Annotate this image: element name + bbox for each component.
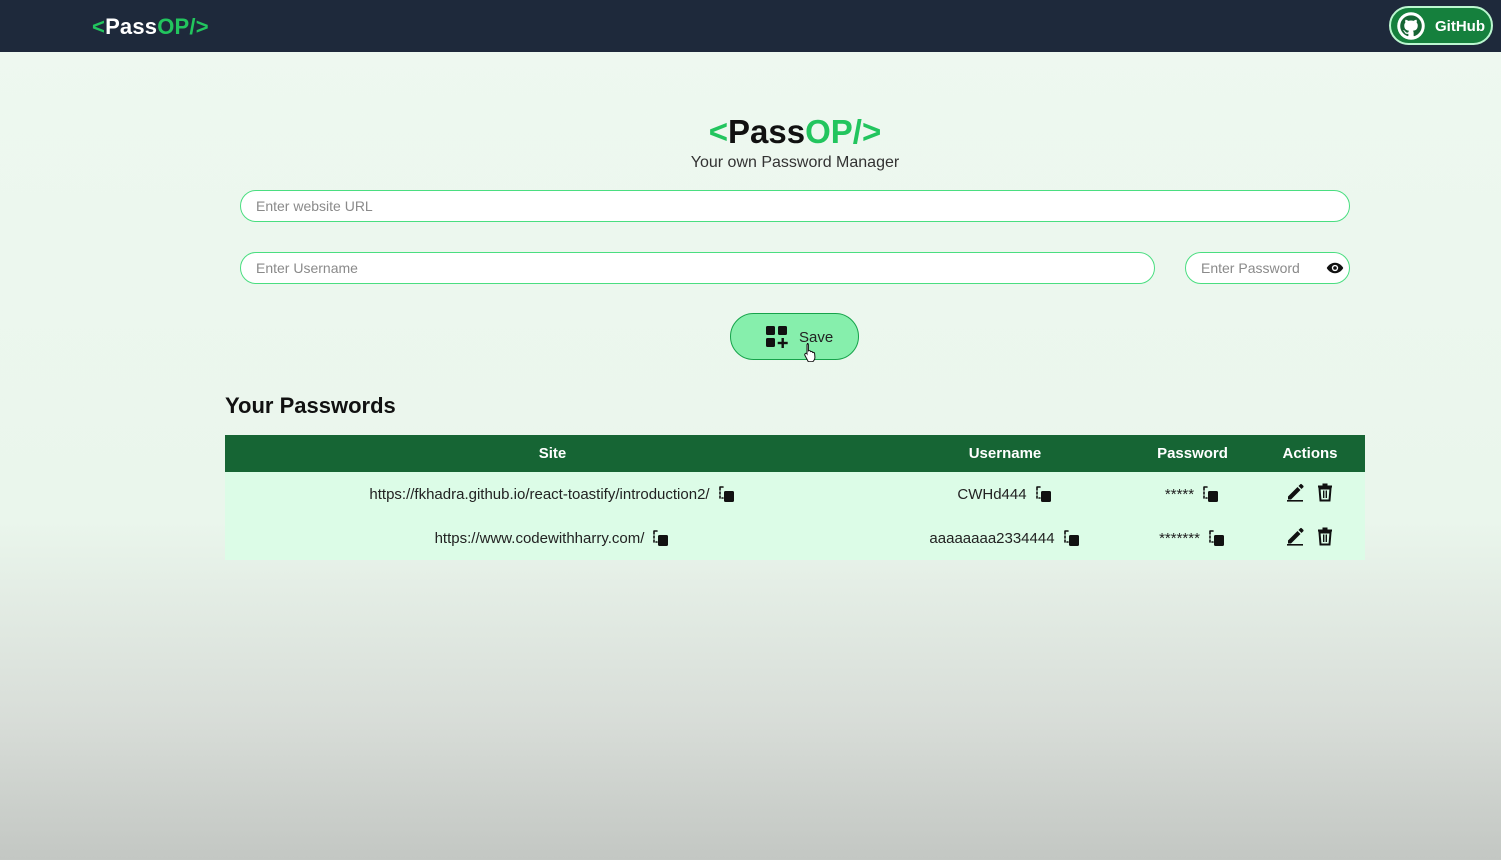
site-cell: https://www.codewithharry.com/ [225,516,880,560]
logo-main: Pass [105,14,158,39]
username-cell: aaaaaaaa2334444 [880,516,1130,560]
add-grid-icon [766,326,788,348]
site-text[interactable]: https://fkhadra.github.io/react-toastify… [369,486,709,503]
copy-icon[interactable] [1208,529,1226,547]
page-subtitle: Your own Password Manager [690,154,900,171]
password-text[interactable]: ******* [1159,530,1200,547]
save-button[interactable]: Save [730,313,859,360]
github-button[interactable]: GitHub [1389,6,1493,45]
column-header-actions: Actions [1282,445,1338,462]
cursor-icon [804,343,816,362]
logo-accent: OP/> [157,14,209,39]
delete-icon[interactable] [1315,482,1335,502]
edit-icon[interactable] [1285,482,1305,502]
username-text[interactable]: CWHd444 [957,486,1026,503]
column-header-password: Password [1157,445,1228,462]
password-cell: ******* [1130,516,1255,560]
username-input[interactable] [240,252,1155,284]
column-header-username: Username [968,445,1042,462]
nav-logo[interactable]: <PassOP/> [92,14,209,40]
passwords-table: Site Username Password Actions https://f… [225,435,1365,560]
table-row: https://fkhadra.github.io/react-toastify… [225,472,1365,516]
eye-icon[interactable] [1326,260,1344,276]
site-cell: https://fkhadra.github.io/react-toastify… [225,472,880,516]
actions-cell [1255,516,1365,560]
table-row: https://www.codewithharry.com/ aaaaaaaa2… [225,516,1365,560]
username-text[interactable]: aaaaaaaa2334444 [929,530,1054,547]
copy-icon[interactable] [718,485,736,503]
github-label: GitHub [1435,18,1485,35]
copy-icon[interactable] [1063,529,1081,547]
password-text[interactable]: ***** [1165,486,1194,503]
copy-icon[interactable] [1202,485,1220,503]
username-cell: CWHd444 [880,472,1130,516]
actions-cell [1255,472,1365,516]
site-text[interactable]: https://www.codewithharry.com/ [435,530,645,547]
delete-icon[interactable] [1315,526,1335,546]
navbar: <PassOP/> GitHub [0,0,1501,52]
brand-accent: OP/> [805,113,882,150]
website-url-input[interactable] [240,190,1350,222]
github-icon [1397,12,1425,40]
table-header-row: Site Username Password Actions [225,435,1365,472]
brand-prefix: < [708,113,729,150]
brand-main: Pass [728,113,806,150]
copy-icon[interactable] [1035,485,1053,503]
edit-icon[interactable] [1285,526,1305,546]
page-title: <PassOP/> [0,113,1501,151]
section-title: Your Passwords [225,393,396,418]
copy-icon[interactable] [652,529,670,547]
logo-prefix: < [92,14,106,39]
column-header-site: Site [538,445,567,462]
password-cell: ***** [1130,472,1255,516]
